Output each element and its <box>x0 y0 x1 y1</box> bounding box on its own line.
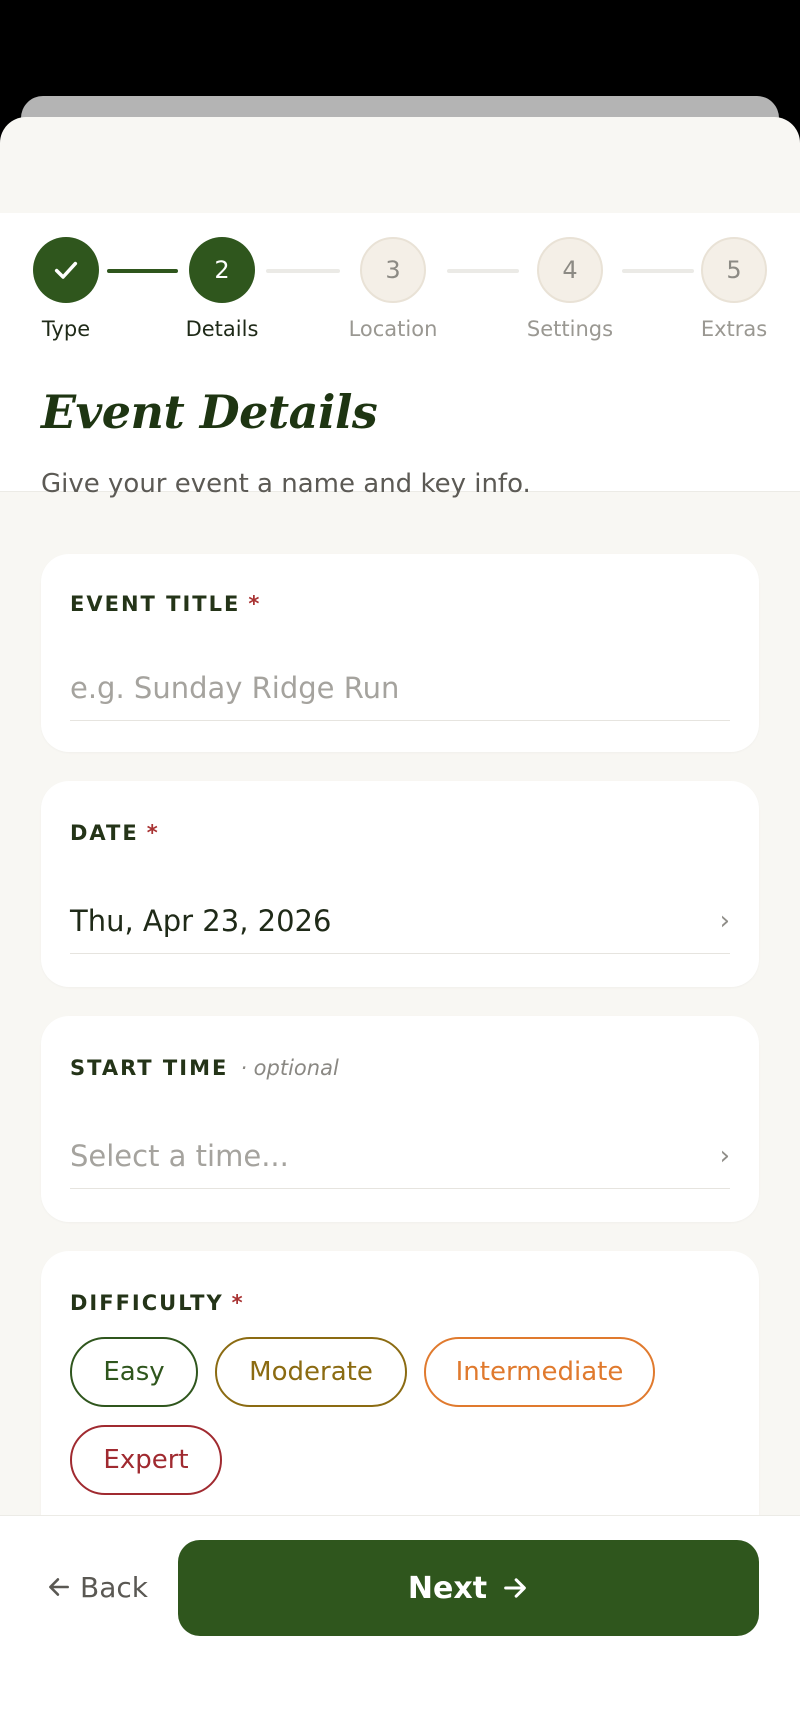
arrow-right-icon <box>504 1578 526 1598</box>
start-time-label: START TIME · optional <box>70 1056 339 1080</box>
difficulty-label-text: DIFFICULTY <box>70 1291 224 1315</box>
step-details[interactable]: 2 Details <box>162 237 282 341</box>
step-circle: 3 <box>360 237 426 303</box>
difficulty-card: DIFFICULTY * Easy Moderate Intermediate E… <box>41 1251 759 1551</box>
step-connector-3 <box>447 269 519 273</box>
modal-sheet: Type 2 Details 3 Location 4 Settings 5 E… <box>0 117 800 1731</box>
footer-bar: Back Next <box>0 1515 800 1731</box>
next-button[interactable]: Next <box>178 1540 759 1636</box>
step-label: Location <box>348 317 438 341</box>
step-location[interactable]: 3 Location <box>333 237 453 341</box>
event-title-label-text: EVENT TITLE <box>70 592 241 616</box>
time-picker[interactable]: Select a time... › <box>70 1124 730 1189</box>
difficulty-label: DIFFICULTY * <box>70 1291 245 1315</box>
back-button[interactable]: Back <box>46 1562 148 1612</box>
page-title: Event Details <box>41 385 378 439</box>
progress-stepper: Type 2 Details 3 Location 4 Settings 5 E… <box>0 213 800 492</box>
step-circle-done <box>33 237 99 303</box>
event-title-card: EVENT TITLE * <box>41 554 759 752</box>
next-button-label: Next <box>407 1570 488 1606</box>
step-extras[interactable]: 5 Extras <box>674 237 794 341</box>
check-icon <box>54 261 78 279</box>
step-circle: 4 <box>537 237 603 303</box>
difficulty-chip-intermediate[interactable]: Intermediate <box>424 1337 655 1407</box>
step-circle-active: 2 <box>189 237 255 303</box>
start-time-label-text: START TIME <box>70 1056 229 1080</box>
step-label: Settings <box>526 317 614 341</box>
date-value: Thu, Apr 23, 2026 <box>70 904 332 938</box>
step-label: Details <box>185 317 259 341</box>
step-settings[interactable]: 4 Settings <box>510 237 630 341</box>
event-title-label: EVENT TITLE * <box>70 592 261 616</box>
start-time-card: START TIME · optional Select a time... › <box>41 1016 759 1222</box>
arrow-left-icon <box>49 1578 69 1596</box>
date-label-text: DATE <box>70 821 139 845</box>
date-card: DATE * Thu, Apr 23, 2026 › <box>41 781 759 987</box>
chevron-right-icon: › <box>719 1141 730 1171</box>
chevron-right-icon: › <box>719 906 730 936</box>
date-picker[interactable]: Thu, Apr 23, 2026 › <box>70 889 730 954</box>
required-marker: * <box>248 592 262 616</box>
required-marker: * <box>231 1291 245 1315</box>
optional-marker: · optional <box>240 1056 339 1080</box>
step-type[interactable]: Type <box>6 237 126 341</box>
step-circle: 5 <box>701 237 767 303</box>
time-placeholder: Select a time... <box>70 1139 289 1173</box>
step-label: Extras <box>700 317 768 341</box>
back-button-label: Back <box>80 1570 148 1604</box>
event-title-input[interactable] <box>70 671 730 705</box>
page-subtitle: Give your event a name and key info. <box>41 469 531 499</box>
event-title-row <box>70 656 730 721</box>
date-label: DATE * <box>70 821 160 845</box>
difficulty-chip-expert[interactable]: Expert <box>70 1425 222 1495</box>
difficulty-chip-easy[interactable]: Easy <box>70 1337 198 1407</box>
required-marker: * <box>146 821 160 845</box>
difficulty-chip-moderate[interactable]: Moderate <box>215 1337 407 1407</box>
step-label: Type <box>41 317 91 341</box>
